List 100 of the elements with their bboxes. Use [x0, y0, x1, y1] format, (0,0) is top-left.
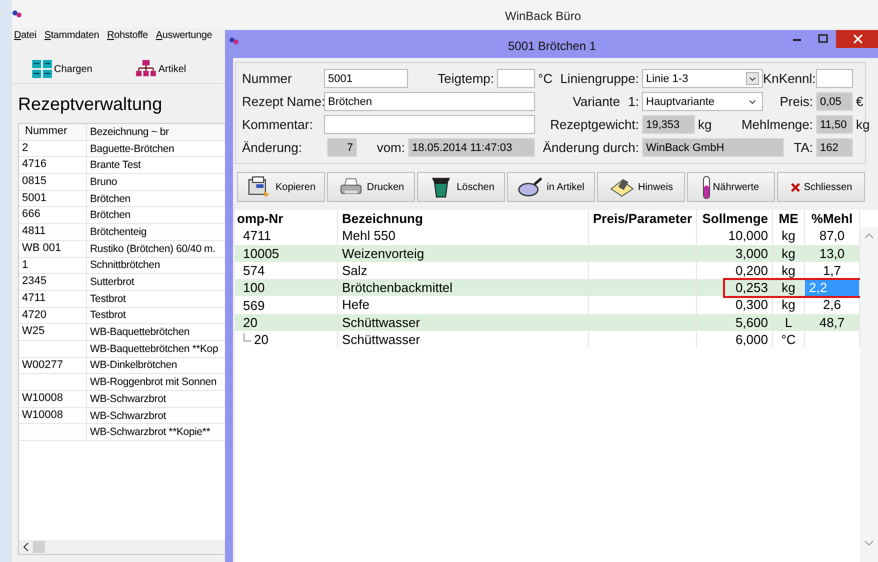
toolbar-button[interactable]: Chargen [32, 58, 92, 80]
column-header[interactable]: Nummer [19, 124, 87, 140]
unit-label: kg [697, 117, 712, 132]
column-header[interactable]: Bezeichnung [338, 210, 589, 228]
toolbar-button[interactable]: Schliessen [777, 172, 865, 202]
table-cell: 20 [254, 331, 268, 348]
table-cell-text: Rustiko (Brötchen) 60/40 m. [89, 242, 216, 255]
table-cell: 2345 [19, 274, 87, 290]
dialog-title: 5001 Brötchen 1 [508, 39, 596, 53]
table-cell: 3,000 [697, 244, 773, 262]
table-cell: W10008 [19, 408, 87, 424]
table-cell-text: Bruno [89, 176, 118, 188]
variant-number: 1: [628, 94, 639, 109]
column-header[interactable]: Bezeichnung ~ br [87, 126, 169, 138]
test-tube-icon [702, 176, 710, 198]
vertical-scrollbar[interactable] [860, 227, 878, 562]
field-label: vom: [376, 140, 405, 155]
close-icon [790, 182, 801, 192]
table-cell: W10008 [19, 391, 87, 407]
field-label: Änderung durch: [542, 140, 640, 155]
table-cell: Brötchenbackmittel [338, 279, 589, 296]
close-icon[interactable] [836, 30, 878, 48]
toolbar-button[interactable]: in Artikel [507, 172, 595, 202]
table-cell-text: Testbrot [89, 309, 126, 322]
toolbar-button[interactable]: Löschen [417, 172, 505, 202]
table-cell: 20 [243, 314, 258, 331]
table-cell: W00277 [19, 358, 87, 374]
table-cell-text: Baguette-Brötchen [89, 142, 174, 155]
table-cell: 4811 [19, 224, 87, 240]
table-cell: 569 [243, 296, 265, 314]
dough-temperature-field[interactable] [497, 69, 535, 88]
field-label: TA: [794, 140, 813, 155]
table-cell-text: WB-Baquettebrötchen [89, 326, 190, 338]
table-cell-text: Schnittbrötchen [89, 259, 160, 272]
table-cell: WB 001 [19, 240, 87, 256]
table-cell: 574 [243, 262, 265, 280]
line-group-dropdown[interactable]: Linie 1-3 [642, 69, 763, 88]
table-cell: 4720 [19, 308, 87, 324]
magnifier-icon [518, 176, 544, 198]
scroll-thumb[interactable] [33, 541, 45, 553]
table-cell: 5001 [19, 190, 87, 206]
app-icon [12, 9, 22, 19]
table-cell: 0,253 [697, 279, 773, 296]
variant-dropdown[interactable]: Hauptvariante [642, 92, 763, 111]
column-header[interactable]: %Mehl [805, 210, 860, 228]
table-cell: 10005 [243, 244, 280, 262]
kn-code-field[interactable] [816, 69, 853, 88]
field-label: Änderung: [242, 140, 303, 155]
field-label: Liniengruppe: [559, 71, 640, 86]
table-cell-text: Brötchen [89, 209, 130, 222]
column-header[interactable]: Sollmenge [697, 210, 773, 228]
column-header[interactable]: Preis/Parameter [589, 210, 697, 228]
toolbar-button[interactable]: Hinweis [597, 172, 685, 202]
table-cell: 4711 [243, 227, 271, 244]
table-cell: 1 [19, 258, 87, 274]
menu-item[interactable]: Stammdaten [44, 30, 100, 44]
page-heading: Rezeptverwaltung [17, 93, 164, 116]
table-cell: 666 [19, 207, 87, 224]
table-cell: 2 [19, 140, 87, 156]
comment-field[interactable] [324, 115, 535, 134]
field-label: KnKennl: [763, 71, 816, 86]
table-cell-text: WB-Schwarzbrot [89, 392, 166, 405]
table-cell: 4716 [19, 157, 87, 174]
field-label: Mehlmenge: [741, 117, 813, 132]
column-header[interactable]: ME [773, 210, 805, 228]
unit-label: € [855, 94, 864, 109]
table-cell-text: WB-Roggenbrot mit Sonnen [89, 376, 217, 388]
menu-item[interactable]: Auswertunge [156, 30, 212, 44]
field-label: Rezeptgewicht: [549, 117, 640, 132]
table-cell: Schüttwasser [338, 314, 589, 332]
table-cell-text: Brötchenteig [89, 226, 147, 238]
menu-item[interactable]: Rohstoffe [107, 30, 148, 44]
table-cell-text: Brötchen [89, 192, 130, 205]
toolbar-button[interactable]: Nährwerte [687, 172, 775, 202]
table-cell: 6,000 [697, 331, 773, 348]
column-header[interactable]: omp-Nr [235, 210, 338, 228]
window-title: WinBack Büro [505, 9, 582, 23]
hierarchy-icon [136, 60, 156, 78]
table-cell: Weizenvorteig [338, 244, 589, 262]
notepad-icon [608, 176, 635, 198]
table-cell-text: WB-Dinkelbrötchen [89, 359, 178, 372]
menu-item[interactable]: Datei [14, 30, 36, 44]
toolbar-button[interactable]: Drucken [327, 172, 415, 202]
app-icon [229, 36, 239, 46]
table-cell: 0815 [19, 174, 87, 190]
field-label: Rezept Name: [242, 94, 324, 109]
recipe-name-field[interactable]: Brötchen [324, 92, 535, 111]
tree-branch-icon [243, 332, 251, 343]
table-cell: °C [773, 331, 805, 348]
field-label: Preis: [778, 94, 814, 109]
toolbar-button[interactable]: Kopieren [237, 172, 325, 202]
table-cell-text: WB-Schwarzbrot [89, 410, 166, 422]
number-field[interactable]: 5001 [324, 69, 408, 88]
field-label: Teigtemp: [436, 71, 495, 86]
toolbar-button[interactable]: Artikel [136, 58, 186, 80]
field-label: Kommentar: [242, 117, 314, 132]
unit-label: kg [855, 117, 870, 132]
table-cell-text: Sutterbrot [89, 276, 134, 288]
table-cell: kg [773, 244, 805, 262]
table-cell-text: Brante Test [89, 159, 141, 172]
